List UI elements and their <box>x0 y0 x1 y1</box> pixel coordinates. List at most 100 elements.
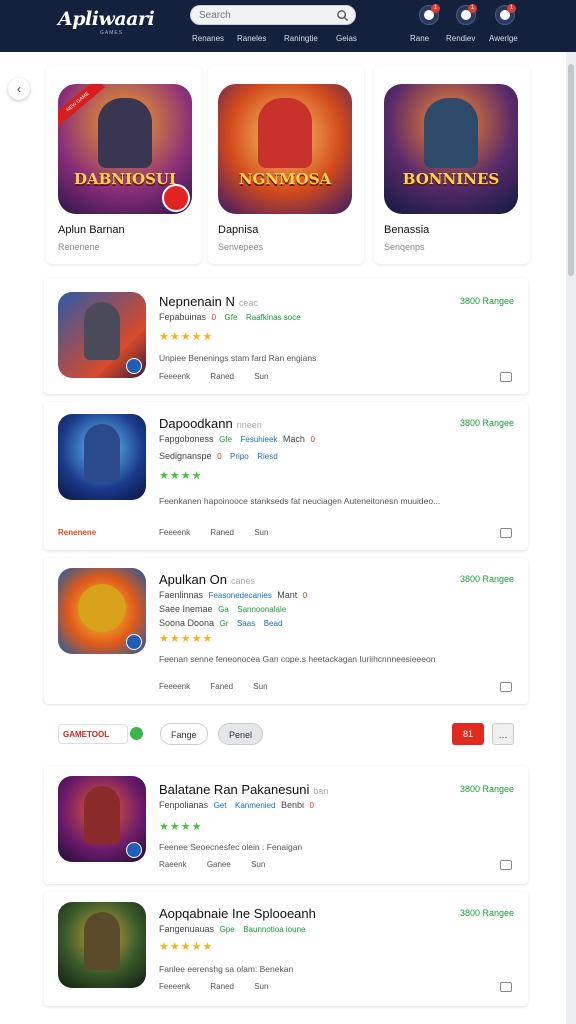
panel-button[interactable]: Penel <box>218 723 264 745</box>
item-title[interactable]: Balatane Ran Pakanesuni ban <box>159 782 328 797</box>
featured-subtitle: Renenene <box>58 242 100 252</box>
share-link[interactable]: Sun <box>254 528 268 537</box>
feedback-link[interactable]: Feeeenk <box>159 682 190 691</box>
featured-card-3[interactable]: BONNINES Benassia Senqenps <box>374 66 530 264</box>
search-input[interactable] <box>199 8 329 23</box>
share-link[interactable]: Sun <box>254 982 268 991</box>
item-title[interactable]: Nepnenain Nceac <box>159 294 258 309</box>
more-icon[interactable] <box>500 682 512 692</box>
scrollbar-thumb[interactable] <box>568 64 574 276</box>
featured-title[interactable]: Aplun Barnan <box>58 224 125 236</box>
item-meta: Fangenuauas Gpe Baunnotioa ioune <box>159 924 306 934</box>
list-item[interactable]: Aopqabnaie Ine Splooeanh 3800 Rangee Fan… <box>44 892 528 1006</box>
feedback-link[interactable]: Feeeenk <box>159 982 190 991</box>
profile-label[interactable]: Rendiev <box>446 34 475 43</box>
notification-badge: 1 <box>468 4 477 13</box>
profile-icon[interactable]: 1 <box>456 4 477 25</box>
item-price[interactable]: 3800 Rangee <box>460 908 514 918</box>
list-item[interactable]: Nepnenain Nceac 3800 Rangee Fepabuinas 0… <box>44 278 528 394</box>
rating-stars: ★★★★★ <box>159 331 214 343</box>
game-thumbnail[interactable] <box>58 292 146 378</box>
item-actions: Feeeenk Raned Sun <box>159 982 286 991</box>
item-description: Feenan senne feneonocea Gan cope.s heeta… <box>159 654 436 664</box>
item-price[interactable]: 3800 Rangee <box>460 784 514 794</box>
featured-title[interactable]: Benassia <box>384 224 429 236</box>
more-icon[interactable] <box>500 372 512 382</box>
item-meta: Soona Doona Gr Saas Bead <box>159 618 283 628</box>
rate-link[interactable]: Raned <box>210 528 234 537</box>
art-title: BONNINES <box>402 170 500 188</box>
feedback-link[interactable]: Feeeenk <box>159 528 190 537</box>
play-badge-icon[interactable] <box>162 184 190 212</box>
art-title: NGNMOSA <box>238 170 332 188</box>
rating-stars: ★★★★★ <box>159 941 214 953</box>
rate-link[interactable]: Faned <box>210 682 233 691</box>
nav-link-3[interactable]: Raningtie <box>284 34 318 43</box>
game-thumbnail[interactable] <box>58 414 146 500</box>
item-meta: Faenlinnas Feasonedecanies Mant 0 <box>159 590 308 600</box>
back-arrow-icon[interactable]: ‹ <box>8 78 30 100</box>
character-art <box>424 98 478 168</box>
list-item[interactable]: Apulkan On canes 3800 Rangee Faenlinnas F… <box>44 558 528 704</box>
share-link[interactable]: Sun <box>251 860 265 869</box>
item-description: Feenkanen hapoinooce stankseds fat neuci… <box>159 496 441 506</box>
game-art[interactable]: NEW GAME DABNIOSUI <box>58 84 192 214</box>
featured-title[interactable]: Dapnisa <box>218 224 258 236</box>
item-title[interactable]: Apulkan On canes <box>159 572 255 587</box>
feedback-link[interactable]: Feeeenk <box>159 372 190 381</box>
rate-link[interactable]: Raned <box>210 372 234 381</box>
nav-link-2[interactable]: Raneles <box>237 34 266 43</box>
nav-link-1[interactable]: Renanes <box>192 34 224 43</box>
character-art <box>98 98 152 168</box>
share-link[interactable]: Sun <box>253 682 267 691</box>
item-actions: Feeeenk Faned Sun <box>159 682 286 691</box>
home-icon[interactable]: 1 <box>419 4 440 25</box>
rating-stars: ★★★★★ <box>159 633 214 645</box>
item-meta: Fepabuinas 0 Gfe Raafkinas soce <box>159 312 301 322</box>
search-bar[interactable] <box>190 5 356 25</box>
item-meta: Sedignanspe 0 Pripo Riesd <box>159 451 278 461</box>
item-price[interactable]: 3800 Rangee <box>460 574 514 584</box>
share-link[interactable]: Sun <box>254 372 268 381</box>
home-label[interactable]: Rane <box>410 34 429 43</box>
game-art[interactable]: NGNMOSA <box>218 84 352 214</box>
character-art <box>258 98 312 168</box>
app-logo[interactable]: Apliwaari <box>58 8 155 30</box>
character-art <box>84 786 120 844</box>
game-art[interactable]: BONNINES <box>384 84 518 214</box>
category-tag[interactable]: Renenene <box>58 528 96 537</box>
more-icon[interactable] <box>500 860 512 870</box>
game-thumbnail[interactable] <box>58 776 146 862</box>
featured-card-2[interactable]: NGNMOSA Dapnisa Senvepees <box>208 66 364 264</box>
item-meta: Saee Inemae Ga Sannoonalale <box>159 604 287 614</box>
ad-logo[interactable]: GAMETOOL <box>58 724 128 744</box>
rate-link[interactable]: Ganee <box>207 860 231 869</box>
settings-label[interactable]: Awerlge <box>489 34 518 43</box>
rate-link[interactable]: Raned <box>210 982 234 991</box>
more-icon[interactable] <box>500 982 512 992</box>
action-toolbar: GAMETOOL Fange Penel 81 … <box>44 706 528 760</box>
filter-button[interactable]: Fange <box>160 723 208 745</box>
more-options-button[interactable]: … <box>492 723 514 745</box>
item-meta: Fapgoboness Gfe Fesuhieek Mach 0 <box>159 434 315 444</box>
item-price[interactable]: 3800 Rangee <box>460 296 514 306</box>
top-header: Apliwaari GAMES Renanes Raneles Raningti… <box>0 0 576 52</box>
character-art <box>84 424 120 482</box>
list-item[interactable]: Balatane Ran Pakanesuni ban 3800 Rangee F… <box>44 766 528 884</box>
search-icon[interactable] <box>336 9 349 22</box>
item-price[interactable]: 3800 Rangee <box>460 418 514 428</box>
list-item[interactable]: Dapoodkann nneen 3800 Rangee Fapgoboness … <box>44 402 528 550</box>
featured-card-1[interactable]: NEW GAME DABNIOSUI Aplun Barnan Renenene <box>46 66 202 264</box>
feedback-link[interactable]: Raeenk <box>159 860 187 869</box>
game-thumbnail[interactable] <box>58 568 146 654</box>
item-title[interactable]: Dapoodkann nneen <box>159 416 262 431</box>
settings-icon[interactable]: 1 <box>495 4 516 25</box>
game-thumbnail[interactable] <box>58 902 146 988</box>
character-art <box>84 912 120 970</box>
rating-stars: ★★★★ <box>159 821 203 833</box>
item-title[interactable]: Aopqabnaie Ine Splooeanh <box>159 906 320 921</box>
more-icon[interactable] <box>500 528 512 538</box>
logo-subtitle: GAMES <box>100 30 124 36</box>
nav-link-4[interactable]: Geias <box>336 34 357 43</box>
count-button[interactable]: 81 <box>452 723 484 745</box>
